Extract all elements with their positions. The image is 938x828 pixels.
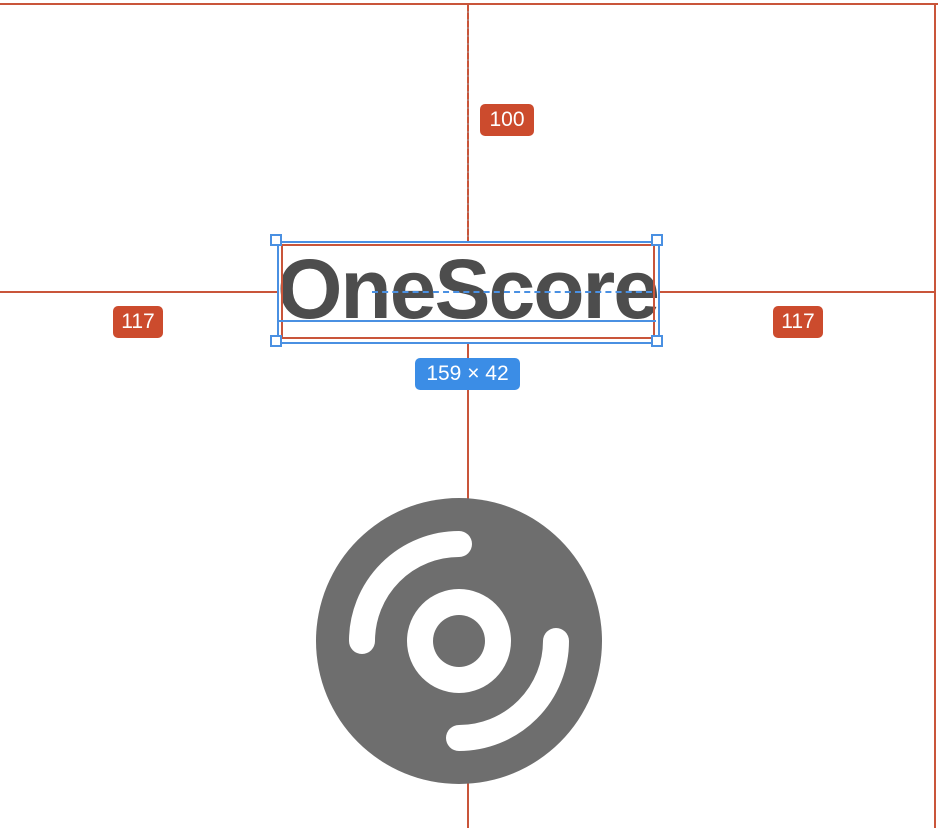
resize-handle-top-right[interactable] (651, 234, 663, 246)
artboard-right-edge (934, 3, 936, 828)
artboard-top-edge (0, 3, 938, 5)
resize-handle-bottom-left[interactable] (270, 335, 282, 347)
vertical-guide-top (467, 5, 469, 241)
resize-handle-bottom-right[interactable] (651, 335, 663, 347)
horizontal-guide-left (0, 291, 277, 293)
text-baseline (279, 320, 656, 322)
design-canvas[interactable]: 100 117 117 OneScore 159 × 42 (0, 0, 938, 828)
top-spacing-badge: 100 (480, 104, 534, 136)
left-spacing-badge: 117 (113, 306, 163, 338)
text-midline (372, 291, 652, 293)
disc-icon (316, 498, 602, 784)
selected-text-layer[interactable]: OneScore (270, 234, 663, 347)
right-spacing-badge: 117 (773, 306, 823, 338)
selection-size-badge: 159 × 42 (415, 358, 520, 390)
horizontal-guide-right (658, 291, 936, 293)
resize-handle-top-left[interactable] (270, 234, 282, 246)
